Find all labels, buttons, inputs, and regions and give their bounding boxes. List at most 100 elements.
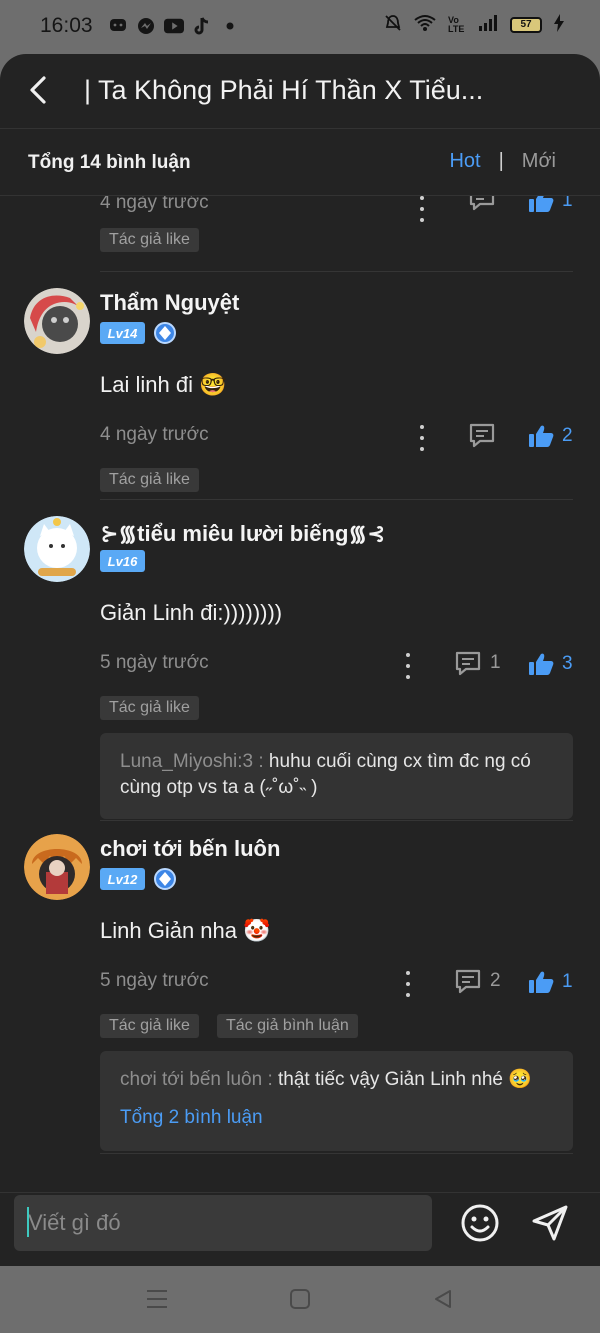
like-button[interactable]: 1	[528, 970, 573, 994]
reply-button[interactable]: 1	[454, 650, 501, 676]
view-all-replies-link[interactable]: Tổng 2 bình luận	[120, 1105, 553, 1131]
comment-list[interactable]: 4 ngày trước 1 Tác giả like Thẩm Nguyệt …	[0, 196, 600, 1196]
triangle-back-icon	[435, 1290, 451, 1308]
reply-count: 2	[490, 970, 501, 991]
like-button[interactable]: 3	[528, 652, 573, 676]
comment-text: Giản Linh đi:))))))))	[100, 600, 283, 625]
avatar[interactable]	[24, 516, 90, 582]
diamond-badge-icon	[154, 868, 176, 890]
page-title: | Ta Không Phải Hí Thần X Tiểu...	[84, 75, 484, 105]
reply-text: thật tiếc vậy Giản Linh nhé 🥹	[272, 1069, 532, 1090]
reply-button[interactable]	[468, 196, 496, 211]
comment-icon	[455, 969, 481, 994]
menu-icon	[147, 1290, 167, 1308]
level-badge: Lv16	[100, 550, 145, 572]
commenter-name[interactable]: chơi tới bến luôn	[100, 836, 280, 862]
commenter-name[interactable]: Thẩm Nguyệt	[100, 290, 239, 316]
like-count: 2	[562, 425, 573, 446]
diamond-badge-icon	[154, 322, 176, 344]
comment-icon	[469, 423, 495, 448]
like-count: 1	[562, 196, 573, 211]
back-button[interactable]	[20, 72, 56, 108]
like-button[interactable]: 1	[528, 196, 573, 213]
send-icon	[532, 1205, 568, 1241]
commenter-name[interactable]: ⊱᯾tiểu miêu lười biếng᯾⊰	[100, 518, 386, 548]
sort-tabs: Hot | Mới	[449, 150, 556, 173]
comment-text: Linh Giản nha 🤡	[100, 918, 271, 943]
reply-author: Luna_Miyoshi:3 :	[120, 751, 264, 772]
level-badge: Lv14	[100, 322, 145, 344]
system-nav-bar	[0, 1266, 600, 1333]
avatar[interactable]	[24, 834, 90, 900]
send-button[interactable]	[528, 1201, 572, 1245]
mute-icon	[384, 14, 402, 35]
home-button[interactable]	[285, 1284, 315, 1314]
reply-button[interactable]	[468, 422, 496, 448]
back-nav-button[interactable]	[428, 1284, 458, 1314]
status-bar: 16:03 Vo LTE 57	[0, 0, 600, 54]
more-options-icon[interactable]	[398, 971, 418, 997]
comment-item: chơi tới bến luôn Lv12 Linh Giản nha 🤡 5…	[0, 818, 600, 1158]
chevron-left-icon	[30, 76, 46, 104]
comments-sheet: | Ta Không Phải Hí Thần X Tiểu... Tổng 1…	[0, 54, 600, 1266]
smiley-icon	[461, 1204, 499, 1242]
comment-time: 5 ngày trước	[100, 970, 209, 991]
top-bar: | Ta Không Phải Hí Thần X Tiểu...	[0, 54, 600, 129]
battery-indicator: 57	[510, 16, 542, 33]
more-options-icon[interactable]	[412, 425, 432, 451]
like-count: 1	[562, 971, 573, 992]
comment-text: Lai linh đi 🤓	[100, 372, 227, 397]
thumbs-up-icon	[529, 196, 554, 212]
dot-icon	[220, 16, 240, 36]
comment-time: 5 ngày trước	[100, 652, 209, 673]
wifi-icon	[414, 14, 436, 35]
tiktok-icon	[192, 16, 212, 36]
more-options-icon[interactable]	[412, 196, 432, 222]
author-like-tag: Tác giả like	[100, 696, 199, 720]
comment-item: 4 ngày trước 1 Tác giả like	[0, 196, 600, 272]
like-button[interactable]: 2	[528, 424, 573, 448]
like-count: 3	[562, 653, 573, 674]
youtube-icon	[164, 16, 184, 36]
reply-preview[interactable]: chơi tới bến luôn : thật tiếc vậy Giản L…	[100, 1051, 573, 1151]
author-like-tag: Tác giả like	[100, 228, 199, 252]
comment-icon	[469, 196, 495, 211]
tab-hot[interactable]: Hot	[449, 150, 480, 173]
comment-item: ⊱᯾tiểu miêu lười biếng᯾⊰ Lv16 Giản Linh …	[0, 500, 600, 819]
comment-input-bar	[0, 1192, 600, 1266]
thumbs-up-icon	[529, 653, 554, 675]
level-badge: Lv12	[100, 868, 145, 890]
chat-bubble-icon	[108, 16, 128, 36]
text-cursor	[27, 1207, 29, 1237]
author-like-tag: Tác giả like	[100, 1014, 199, 1038]
square-icon	[290, 1289, 310, 1309]
comment-icon	[455, 651, 481, 676]
reply-author: chơi tới bến luôn :	[120, 1069, 273, 1090]
messenger-icon	[136, 16, 156, 36]
volte-icon: Vo LTE	[448, 14, 465, 34]
comment-item: Thẩm Nguyệt Lv14 Lai linh đi 🤓 4 ngày tr…	[0, 272, 600, 500]
thumbs-up-icon	[529, 425, 554, 447]
emoji-button[interactable]	[458, 1201, 502, 1245]
comment-input[interactable]	[14, 1195, 432, 1251]
avatar[interactable]	[24, 288, 90, 354]
comment-divider	[100, 820, 573, 821]
reply-button[interactable]: 2	[454, 968, 501, 994]
comment-time: 4 ngày trước	[100, 196, 209, 213]
charging-icon	[554, 14, 564, 35]
comment-count: Tổng 14 bình luận	[28, 152, 191, 173]
tab-new[interactable]: Mới	[522, 150, 556, 173]
comment-time: 4 ngày trước	[100, 424, 209, 445]
status-time: 16:03	[40, 14, 93, 37]
reply-count: 1	[490, 652, 501, 673]
author-comment-tag: Tác giả bình luận	[217, 1014, 358, 1038]
more-options-icon[interactable]	[398, 653, 418, 679]
reply-preview[interactable]: Luna_Miyoshi:3 : huhu cuối cùng cx tìm đ…	[100, 733, 573, 819]
sort-separator: |	[498, 150, 504, 172]
signal-icon	[478, 15, 498, 34]
recents-button[interactable]	[142, 1284, 172, 1314]
thumbs-up-icon	[529, 971, 554, 993]
comment-divider	[100, 1153, 573, 1154]
comments-subheader: Tổng 14 bình luận Hot | Mới	[0, 130, 600, 196]
author-like-tag: Tác giả like	[100, 468, 199, 492]
